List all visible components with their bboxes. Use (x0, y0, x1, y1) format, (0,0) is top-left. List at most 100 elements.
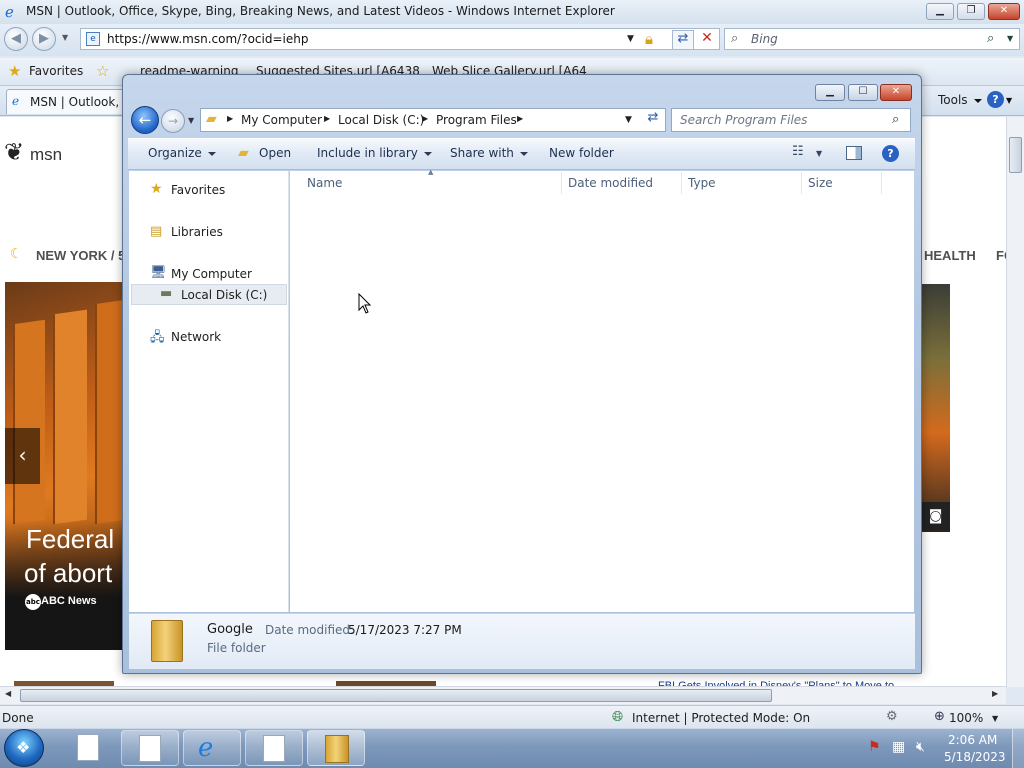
organize-button[interactable]: Organize (148, 146, 216, 160)
refresh-icon[interactable]: ⇄ (672, 30, 694, 50)
recent-pages-dropdown-icon[interactable]: ▼ (188, 116, 194, 125)
breadcrumb-arrow-icon[interactable]: ▶ (422, 114, 428, 123)
column-header-name[interactable]: Name (307, 176, 342, 190)
breadcrumb-program-files[interactable]: Program Files (436, 113, 517, 127)
hero-headline-line2[interactable]: of abort (24, 558, 123, 589)
explorer-address-bar[interactable]: ▰ ▶ My Computer ▶ Local Disk (C:) ▶ Prog… (200, 108, 666, 132)
clock-date[interactable]: 5/18/2023 (944, 750, 1006, 764)
explorer-back-button[interactable]: ← (131, 106, 159, 134)
popup-settings-icon[interactable]: ⚙ (886, 709, 898, 724)
ie-horizontal-scrollbar[interactable]: ◀ ▶ (0, 686, 1006, 704)
nav-my-computer[interactable]: My Computer (171, 267, 252, 281)
taskbar-internet-explorer[interactable]: ℯ (183, 730, 241, 766)
breadcrumb-arrow-icon[interactable]: ▶ (517, 114, 523, 123)
add-favorites-icon[interactable]: ☆ (96, 62, 109, 80)
nav-network[interactable]: Network (171, 330, 221, 344)
details-name: Google (207, 622, 253, 637)
column-header-size[interactable]: Size (808, 176, 833, 190)
show-desktop-button[interactable] (1012, 729, 1024, 768)
breadcrumb-arrow-icon[interactable]: ▶ (324, 114, 330, 123)
msn-nav-health[interactable]: HEALTH (924, 248, 976, 263)
ie-forward-button[interactable]: ▶ (32, 27, 56, 51)
hero-source: ABC News (41, 595, 97, 607)
search-icon[interactable]: ⌕ (987, 31, 994, 46)
zoom-icon[interactable]: ⊕ (934, 709, 945, 724)
taskbar-notepad-pinned[interactable] (66, 730, 114, 766)
explorer-maximize-button[interactable]: ☐ (848, 84, 878, 101)
ie-address-bar[interactable]: e https://www.msn.com/?ocid=iehp ▼ (80, 28, 720, 50)
security-zone-text[interactable]: Internet | Protected Mode: On (632, 711, 810, 725)
ie-search-box[interactable]: ⌕ Bing ⌕ ▼ (724, 28, 1020, 50)
ie-history-dropdown-icon[interactable]: ▼ (62, 33, 68, 42)
file-list[interactable] (290, 171, 914, 612)
stop-icon[interactable]: ✕ (697, 30, 717, 50)
scroll-right-icon[interactable]: ▶ (992, 689, 998, 698)
nav-favorites[interactable]: Favorites (171, 183, 225, 197)
breadcrumb-arrow-icon[interactable]: ▶ (227, 114, 233, 123)
preview-pane-icon[interactable] (846, 146, 862, 160)
zoom-dropdown-icon[interactable]: ▼ (992, 714, 998, 723)
ie-tab-msn[interactable]: ℯ MSN | Outlook, O (6, 89, 132, 114)
camera-icon[interactable]: ◙ (921, 502, 950, 530)
scroll-left-icon[interactable]: ◀ (5, 689, 11, 698)
ie-minimize-button[interactable]: ▁ (926, 3, 954, 20)
folder-icon: ▰ (206, 111, 217, 127)
help-icon[interactable]: ? (882, 145, 899, 162)
open-button[interactable]: Open (259, 146, 291, 160)
explorer-minimize-button[interactable]: ▁ (815, 84, 845, 101)
favorites-star-icon[interactable]: ★ (8, 62, 21, 80)
address-dropdown-icon[interactable]: ▼ (627, 34, 634, 44)
share-with-button[interactable]: Share with (450, 146, 528, 160)
column-header-type[interactable]: Type (688, 176, 716, 190)
start-button[interactable]: ❖ (4, 729, 44, 767)
include-in-library-label: Include in library (317, 146, 418, 160)
zoom-level[interactable]: 100% (949, 711, 983, 725)
column-divider[interactable] (561, 172, 562, 194)
ie-restore-button[interactable]: ❐ (957, 3, 985, 20)
hscroll-thumb[interactable] (20, 689, 772, 702)
msn-location-link[interactable]: NEW YORK / 5 (36, 248, 125, 263)
address-history-dropdown-icon[interactable]: ▼ (625, 115, 632, 125)
side-image[interactable] (921, 284, 950, 532)
ie-vertical-scrollbar[interactable] (1006, 117, 1024, 687)
ie-close-button[interactable]: ✕ (988, 3, 1020, 20)
column-divider[interactable] (801, 172, 802, 194)
search-dropdown-icon[interactable]: ▼ (1007, 34, 1013, 43)
new-folder-button[interactable]: New folder (549, 146, 614, 160)
network-tray-icon[interactable]: ▦ (892, 739, 905, 755)
help-dropdown-icon[interactable]: ▼ (1006, 96, 1012, 105)
ie-back-button[interactable]: ◀ (4, 27, 28, 51)
nav-local-disk[interactable]: Local Disk (C:) (181, 288, 267, 302)
taskbar-document-1[interactable] (121, 730, 179, 766)
hero-headline-line1[interactable]: Federal (26, 524, 114, 555)
address-url[interactable]: https://www.msn.com/?ocid=iehp (107, 32, 308, 46)
tools-menu[interactable]: Tools (938, 93, 982, 107)
scroll-thumb[interactable] (1009, 137, 1022, 173)
nav-libraries[interactable]: Libraries (171, 225, 223, 239)
tab-ie-icon: ℯ (12, 94, 20, 108)
explorer-forward-button[interactable]: → (161, 109, 185, 133)
column-divider[interactable] (681, 172, 682, 194)
column-divider[interactable] (881, 172, 882, 194)
favorites-button[interactable]: Favorites (29, 64, 83, 78)
msn-logo-text[interactable]: msn (30, 145, 62, 165)
taskbar-document-2[interactable] (245, 730, 303, 766)
clock-time[interactable]: 2:06 AM (948, 733, 997, 747)
taskbar-explorer[interactable] (307, 730, 365, 766)
breadcrumb-my-computer[interactable]: My Computer (241, 113, 322, 127)
view-options-dropdown-icon[interactable]: ▼ (816, 149, 822, 158)
search-icon[interactable]: ⌕ (892, 112, 899, 127)
breadcrumb-local-disk[interactable]: Local Disk (C:) (338, 113, 424, 127)
column-header-date-modified[interactable]: Date modified (568, 176, 653, 190)
action-center-icon[interactable]: ⚑ (868, 739, 881, 755)
include-in-library-button[interactable]: Include in library (317, 146, 432, 160)
explorer-close-button[interactable]: ✕ (880, 84, 912, 101)
volume-muted-icon[interactable]: 🔇︎ (916, 739, 925, 755)
explorer-search-box[interactable]: Search Program Files ⌕ (671, 108, 911, 132)
lock-icon[interactable]: 🔒︎ (645, 30, 653, 48)
explorer-refresh-icon[interactable]: ⇄ (642, 110, 664, 130)
view-options-icon[interactable]: ☷ (792, 144, 804, 159)
help-icon[interactable]: ? (987, 91, 1004, 108)
carousel-prev-button[interactable]: ‹ (5, 428, 40, 484)
sort-ascending-icon: ▲ (428, 168, 434, 176)
